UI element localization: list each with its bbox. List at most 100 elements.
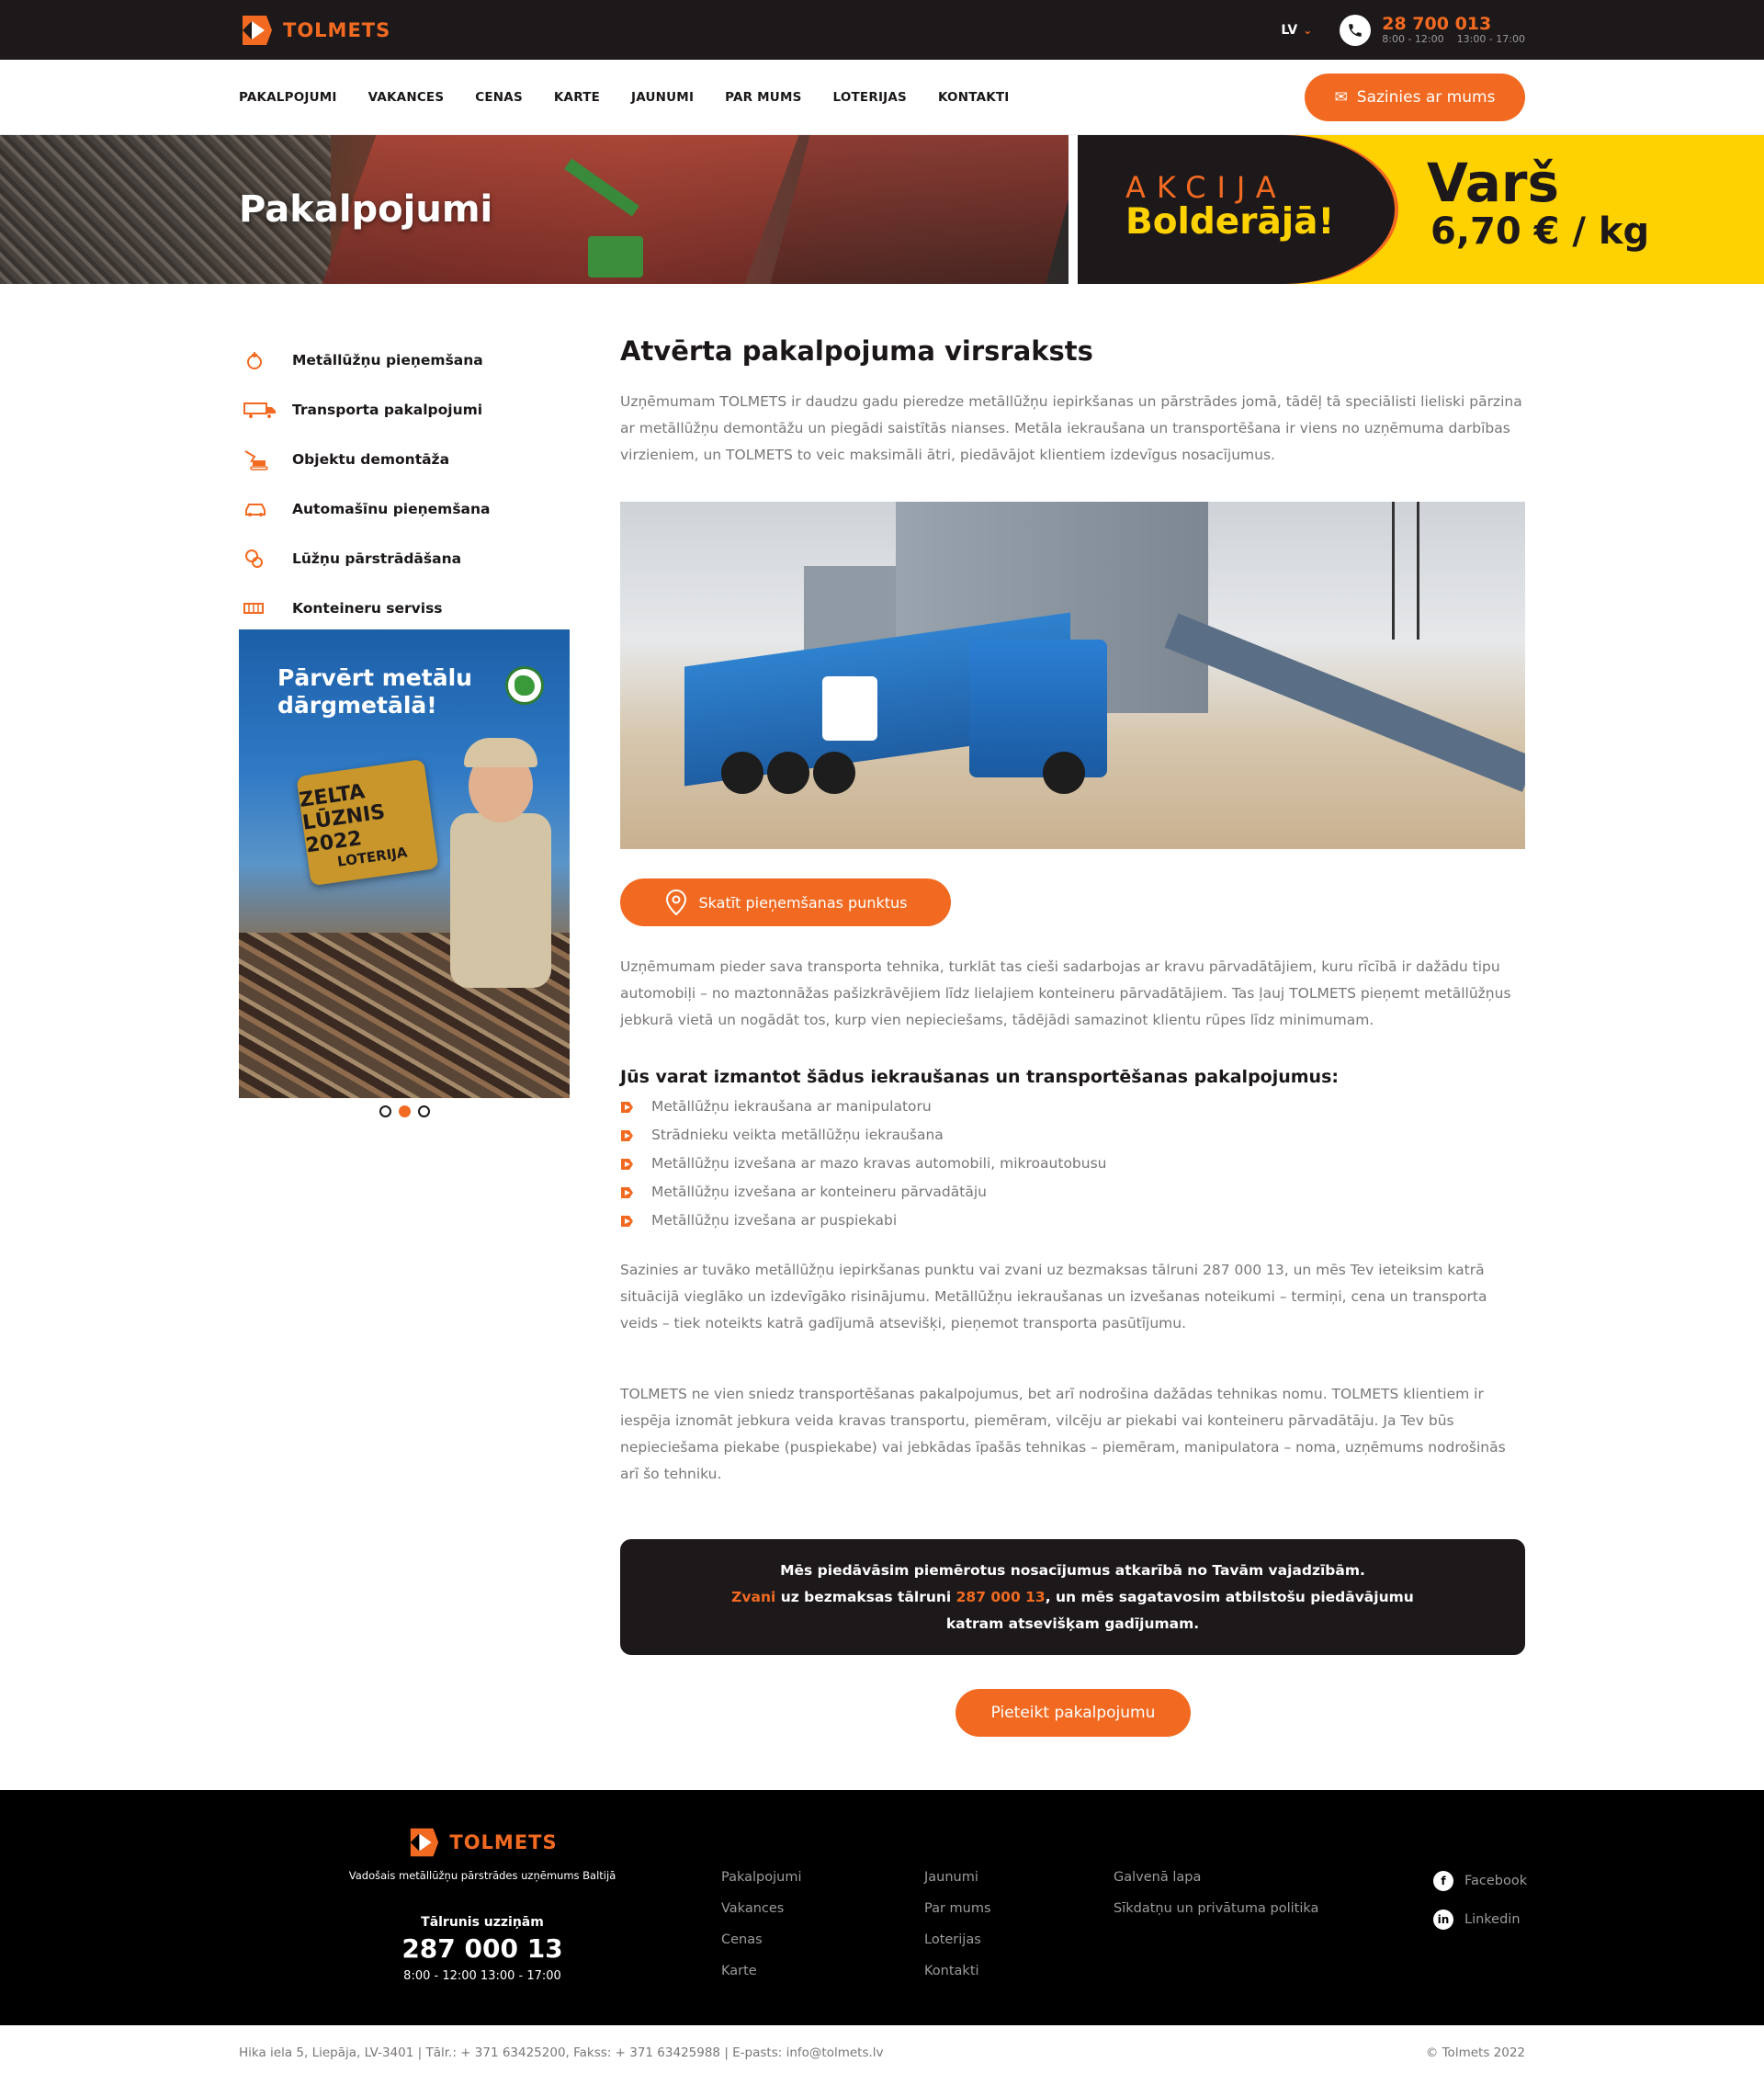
list-item: Strādnieku veikta metāllūžņu iekraušana: [620, 1121, 1525, 1150]
lottery-seal: ZELTA LŪZNIS 2022 LOTERIJA: [296, 758, 439, 887]
sidebar-item-cars[interactable]: Automašīnu pieņemšana: [239, 484, 570, 534]
footer-link-pakalpojumi[interactable]: Pakalpojumi: [721, 1862, 801, 1893]
service-content: Atvērta pakalpojuma virsraksts Uzņēmumam…: [620, 335, 1525, 1655]
nav-item-loterijas[interactable]: LOTERIJAS: [833, 90, 907, 105]
bullet-logo-icon: [621, 1129, 633, 1141]
list-item: Metāllūžņu izvešana ar puspiekabi: [620, 1207, 1525, 1235]
intro-paragraph: Uzņēmumam TOLMETS ir daudzu gadu pieredz…: [620, 393, 1522, 463]
footer-link-privacy[interactable]: Sīkdatņu un privātuma politika: [1114, 1893, 1318, 1924]
sidebar-item-transport[interactable]: Transporta pakalpojumi: [239, 385, 570, 435]
cta-phone-link[interactable]: 287 000 13: [956, 1589, 1046, 1605]
footer-link-par-mums[interactable]: Par mums: [924, 1893, 991, 1924]
carousel-dot[interactable]: [379, 1105, 391, 1117]
page-banner: Pakalpojumi AKCIJA Bolderājā! Varš 6,70 …: [0, 135, 1764, 284]
map-pin-icon: [665, 889, 686, 916]
bullet-logo-icon: [621, 1158, 633, 1170]
carousel-dot[interactable]: [418, 1105, 430, 1117]
cta-line-1: Mēs piedāvāsim piemērotus nosacījumus at…: [780, 1561, 1365, 1579]
services-list: Metāllūžņu iekraušana ar manipulatoru St…: [620, 1093, 1525, 1235]
view-points-label: Skatīt pieņemšanas punktus: [698, 893, 908, 912]
language-selector[interactable]: LV ⌄: [1281, 23, 1312, 38]
contact-us-button[interactable]: ✉ Sazinies ar mums: [1305, 74, 1525, 121]
footer-logo[interactable]: TOLMETS: [340, 1825, 625, 1860]
phone-icon: [1340, 14, 1372, 46]
services-sidebar: Metāllūžņu pieņemšana Transporta pakalpo…: [239, 335, 570, 633]
site-logo[interactable]: TOLMETS: [239, 12, 390, 49]
company-address: Hika iela 5, Liepāja, LV-3401 | Tālr.: +…: [239, 2045, 884, 2060]
truck-photo: [620, 502, 1525, 849]
bullet-logo-icon: [621, 1101, 633, 1113]
linkedin-link[interactable]: in Linkedin: [1433, 1900, 1527, 1939]
service-title: Atvērta pakalpojuma virsraksts: [620, 335, 1093, 367]
footer-link-cenas[interactable]: Cenas: [721, 1924, 801, 1955]
nav-item-jaunumi[interactable]: JAUNUMI: [631, 90, 694, 105]
footer-link-kontakti[interactable]: Kontakti: [924, 1955, 991, 1987]
banner-image: Pakalpojumi: [0, 135, 1069, 284]
linkedin-icon: in: [1433, 1909, 1453, 1930]
rental-paragraph: TOLMETS ne vien sniedz transportēšanas p…: [620, 1386, 1506, 1482]
excavator-icon: [239, 448, 292, 471]
carousel-dot-active[interactable]: [399, 1105, 411, 1117]
footer-hours: 8:00 - 12:00 13:00 - 17:00: [403, 1969, 561, 1983]
nav-item-cenas[interactable]: CENAS: [475, 90, 523, 105]
footer-call-label: Tālrunis uzziņām: [421, 1915, 544, 1930]
car-icon: [239, 501, 292, 517]
promo-location: Bolderājā!: [1125, 201, 1335, 243]
eco-badge-icon: [505, 666, 544, 705]
header-phone-number: 28 700 013: [1382, 13, 1492, 34]
nav-item-karte[interactable]: KARTE: [554, 90, 600, 105]
language-label: LV: [1281, 22, 1298, 38]
order-service-button[interactable]: Pieteikt pakalpojumu: [956, 1689, 1191, 1737]
cta-line-3: katram atsevišķam gadījumam.: [945, 1615, 1200, 1632]
footer-link-vakances[interactable]: Vakances: [721, 1893, 801, 1924]
footer-social: f Facebook in Linkedin: [1433, 1862, 1527, 1939]
cta-call-link[interactable]: Zvani: [731, 1589, 775, 1605]
sidebar-item-containers[interactable]: Konteineru serviss: [239, 584, 570, 633]
chevron-down-icon: ⌄: [1303, 23, 1313, 37]
footer-link-loterijas[interactable]: Loterijas: [924, 1924, 991, 1955]
header-phone[interactable]: 28 700 013 8:00 - 12:00 13:00 - 17:00: [1340, 13, 1525, 46]
footer-phone[interactable]: 287 000 13: [340, 1933, 625, 1964]
cta-line-2: Zvani uz bezmaksas tālruni 287 000 13, u…: [731, 1588, 1414, 1605]
top-bar: TOLMETS LV ⌄ 28 700 013 8:00 - 12:00 13:…: [0, 0, 1764, 60]
contact-paragraph: Sazinies ar tuvāko metāllūžņu iepirkšana…: [620, 1262, 1487, 1331]
list-item: Metāllūžņu izvešana ar mazo kravas autom…: [620, 1150, 1525, 1178]
bottom-bar: Hika iela 5, Liepāja, LV-3401 | Tālr.: +…: [0, 2025, 1764, 2085]
footer-links-col3: Galvenā lapa Sīkdatņu un privātuma polit…: [1114, 1862, 1318, 1924]
offer-cta-box: Mēs piedāvāsim piemērotus nosacījumus at…: [620, 1539, 1525, 1655]
recycle-icon: [239, 548, 292, 570]
promo-banner[interactable]: AKCIJA Bolderājā! Varš 6,70 € / kg: [1078, 135, 1764, 284]
view-points-button[interactable]: Skatīt pieņemšanas punktus: [620, 878, 951, 926]
promo-label: AKCIJA: [1125, 170, 1287, 205]
header-hours: 8:00 - 12:00 13:00 - 17:00: [1382, 32, 1525, 45]
promo-price: 6,70 € / kg: [1430, 210, 1650, 253]
sidebar-item-recycling[interactable]: Lūžņu pārstrādāšana: [239, 534, 570, 584]
nav-item-pakalpojumi[interactable]: PAKALPOJUMI: [239, 90, 337, 105]
footer-link-home[interactable]: Galvenā lapa: [1114, 1862, 1318, 1893]
services-list-title: Jūs varat izmantot šādus iekraušanas un …: [620, 1067, 1339, 1087]
bullet-logo-icon: [621, 1215, 633, 1227]
footer-links-col2: Jaunumi Par mums Loterijas Kontakti: [924, 1862, 991, 1987]
page-title: Pakalpojumi: [239, 188, 493, 231]
nav-item-par-mums[interactable]: PAR MUMS: [725, 90, 801, 105]
list-item: Metāllūžņu izvešana ar konteineru pārvad…: [620, 1178, 1525, 1207]
promo-metal: Varš: [1427, 152, 1559, 214]
sidebar-item-scrap-acceptance[interactable]: Metāllūžņu pieņemšana: [239, 335, 570, 385]
footer-link-karte[interactable]: Karte: [721, 1955, 801, 1987]
tolmets-logo-icon: [243, 15, 272, 45]
lottery-ad-banner[interactable]: Pārvērt metālu dārgmetālā! ZELTA LŪZNIS …: [239, 629, 570, 1098]
nav-item-kontakti[interactable]: KONTAKTI: [938, 90, 1010, 105]
facebook-link[interactable]: f Facebook: [1433, 1862, 1527, 1900]
sidebar-item-demolition[interactable]: Objektu demontāža: [239, 435, 570, 484]
envelope-icon: ✉: [1334, 88, 1348, 107]
facebook-icon: f: [1433, 1871, 1453, 1891]
footer-tagline: Vadošais metāllūžņu pārstrādes uzņēmums …: [348, 1869, 616, 1882]
footer-link-jaunumi[interactable]: Jaunumi: [924, 1862, 991, 1893]
scrap-icon: [239, 349, 292, 371]
truck-icon: [239, 401, 292, 419]
bullet-logo-icon: [621, 1186, 633, 1198]
tolmets-logo-icon: [411, 1828, 439, 1857]
nav-item-vakances[interactable]: VAKANCES: [368, 90, 445, 105]
contact-us-label: Sazinies ar mums: [1356, 88, 1496, 107]
copyright: © Tolmets 2022: [1425, 2045, 1525, 2060]
